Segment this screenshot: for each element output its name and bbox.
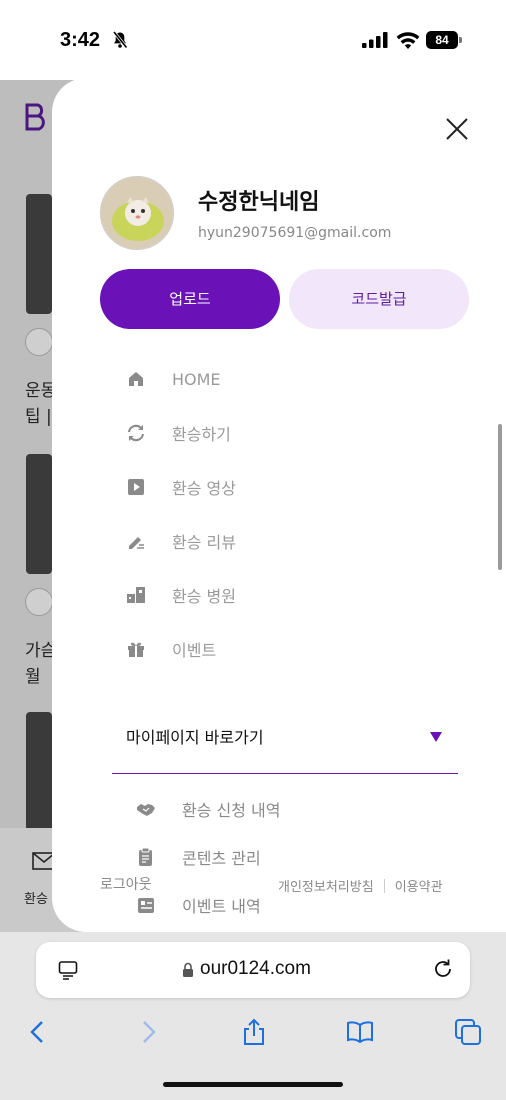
background-thumbnail: [26, 454, 52, 574]
background-thumbnail: [26, 194, 52, 314]
footer-links: 개인정보처리방침 이용약관: [278, 876, 443, 895]
url-text: our0124.com: [200, 958, 311, 979]
menu-label: 이벤트: [172, 641, 217, 660]
home-icon: [129, 372, 143, 386]
menu-item-review[interactable]: 환승 리뷰: [126, 526, 426, 556]
side-drawer: 수정한닉네임 hyun29075691@gmail.com 업로드 코드발급 H…: [52, 78, 506, 932]
pen-icon: [129, 537, 144, 549]
battery-level: 84: [426, 31, 458, 49]
avatar-image: [101, 177, 173, 249]
gift-icon: [128, 642, 144, 657]
mypage-label: 마이페이지 바로가기: [126, 728, 264, 747]
triangle-down-icon: [430, 732, 442, 742]
menu-item-video[interactable]: 환승 영상: [126, 472, 426, 502]
back-icon[interactable]: [24, 1018, 52, 1046]
menu-item-transfer[interactable]: 환승하기: [126, 418, 426, 448]
status-time: 3:42: [60, 29, 101, 51]
building-icon: [127, 587, 145, 603]
profile-email: hyun29075691@gmail.com: [198, 225, 392, 241]
submenu-label: 콘텐츠 관리: [182, 849, 261, 868]
submenu-label: 이벤트 내역: [182, 897, 261, 916]
bookmarks-icon[interactable]: [346, 1018, 374, 1046]
bell-muted-icon: [112, 31, 128, 49]
code-issue-button[interactable]: 코드발급: [289, 269, 469, 329]
background-text: 팁 |: [25, 407, 52, 427]
logout-link[interactable]: 로그아웃: [100, 874, 152, 894]
menu-label: 환승하기: [172, 425, 231, 444]
background-nav-label: 환승: [24, 892, 48, 907]
handshake-icon: [137, 804, 155, 816]
transfer-icon: [128, 424, 144, 442]
menu-item-home[interactable]: HOME: [126, 364, 426, 394]
background-text: 월: [25, 667, 41, 687]
footer-divider: [383, 878, 385, 893]
background-avatar: [25, 328, 53, 356]
menu-label: 환승 병원: [172, 587, 236, 606]
reader-mode-icon[interactable]: [58, 960, 78, 980]
address-bar[interactable]: our0124.com: [36, 942, 470, 998]
menu-item-event[interactable]: 이벤트: [126, 634, 426, 664]
privacy-policy-link[interactable]: 개인정보처리방침: [278, 876, 374, 895]
upload-button[interactable]: 업로드: [100, 269, 280, 329]
submenu-item-transfer-history[interactable]: 환승 신청 내역: [136, 794, 356, 824]
terms-link[interactable]: 이용약관: [395, 876, 443, 895]
wifi-icon: [396, 32, 420, 49]
battery-tip: [459, 37, 462, 43]
clipboard-icon: [139, 847, 152, 866]
menu-item-hospital[interactable]: 환승 병원: [126, 580, 426, 610]
scrollbar[interactable]: [498, 424, 502, 570]
battery-indicator: 84: [426, 31, 462, 49]
signal-icon: [362, 32, 388, 48]
event-icon: [138, 898, 154, 913]
browser-toolbar: our0124.com: [0, 932, 506, 1100]
menu-label: 환승 리뷰: [172, 533, 236, 552]
brand-logo-icon: [25, 103, 45, 131]
play-icon: [128, 479, 144, 495]
status-bar: 3:42 84: [0, 0, 506, 80]
submenu-item-content-manage[interactable]: 콘텐츠 관리: [136, 842, 356, 872]
background-avatar: [25, 588, 53, 616]
menu-label: 환승 영상: [172, 479, 236, 498]
menu-label: HOME: [172, 369, 221, 389]
tabs-icon[interactable]: [454, 1018, 482, 1046]
avatar[interactable]: [100, 176, 174, 250]
share-icon[interactable]: [240, 1018, 268, 1046]
forward-icon[interactable]: [134, 1018, 162, 1046]
reload-icon[interactable]: [432, 958, 454, 980]
lock-icon: [183, 962, 193, 977]
home-indicator: [163, 1082, 343, 1087]
close-icon[interactable]: [444, 116, 470, 142]
submenu-label: 환승 신청 내역: [182, 801, 281, 820]
background-thumbnail: [26, 712, 52, 832]
profile-nickname: 수정한닉네임: [198, 190, 320, 215]
mypage-dropdown[interactable]: 마이페이지 바로가기: [112, 714, 458, 774]
